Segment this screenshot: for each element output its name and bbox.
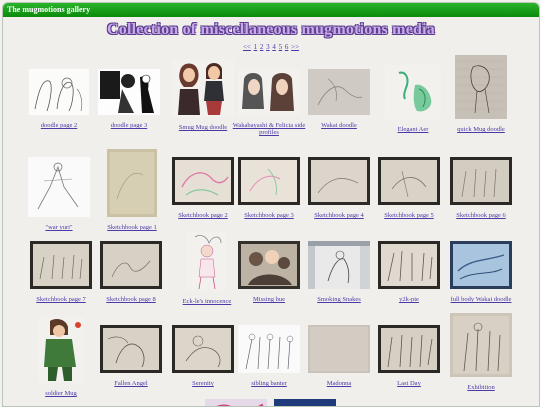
gallery-item[interactable]: Sketchbook page 3 [231, 157, 307, 219]
sketch-thumbnail[interactable] [28, 157, 90, 217]
gallery-item[interactable]: quick Mug doodle [443, 55, 519, 133]
pager-page-1[interactable]: 1 [254, 43, 258, 51]
item-caption[interactable]: Sketchbook page 5 [371, 212, 447, 219]
photo-thumbnail[interactable] [172, 157, 234, 205]
item-caption[interactable]: Sketchbook page 2 [165, 212, 241, 219]
photo-thumbnail[interactable] [30, 241, 92, 289]
gallery-item[interactable]: Sketchbook page 1 [94, 149, 170, 231]
artwork-thumbnail[interactable] [38, 317, 84, 383]
item-caption[interactable]: Sketchbook page 1 [94, 224, 170, 231]
pager-next[interactable]: >> [291, 43, 299, 51]
gallery-item[interactable]: Wakabayashi & Felicia side profiles [231, 69, 307, 136]
artwork-thumbnail[interactable] [450, 241, 512, 289]
gallery-page: Collection of miscellaneous mugmotions m… [3, 17, 539, 406]
sketch-thumbnail[interactable] [455, 55, 507, 119]
gallery-item[interactable]: Sketchbook page 6 [443, 157, 519, 219]
item-caption[interactable]: "war yuri" [21, 224, 97, 231]
item-caption[interactable]: Serenity [165, 380, 241, 387]
sketch-thumbnail[interactable] [98, 69, 160, 115]
item-caption[interactable]: Sketchbook page 6 [443, 212, 519, 219]
item-caption[interactable]: Sketchbook page 8 [93, 296, 169, 303]
photo-thumbnail[interactable] [100, 241, 162, 289]
photo-thumbnail[interactable] [172, 325, 234, 373]
window-title: The mugmotions gallery [3, 3, 539, 17]
gallery-item[interactable]: "war yuri" [21, 157, 97, 231]
browser-window: The mugmotions gallery Collection of mis… [2, 2, 540, 407]
item-caption[interactable]: Madonna [301, 380, 377, 387]
gallery-item[interactable]: Fallen Angel [93, 325, 169, 387]
photo-thumbnail[interactable] [308, 69, 370, 115]
photo-thumbnail[interactable] [308, 325, 370, 373]
item-caption[interactable]: Smug Mug doodle [165, 124, 241, 131]
item-caption[interactable]: doodle page 2 [21, 122, 97, 129]
item-caption[interactable]: Sketchbook page 7 [23, 296, 99, 303]
item-caption[interactable]: Sketchbook page 3 [231, 212, 307, 219]
gallery-item[interactable]: Smug Mug doodle [165, 59, 241, 131]
artwork-thumbnail[interactable] [385, 65, 441, 119]
item-caption[interactable]: sibling banter [231, 380, 307, 387]
pagination: << 1 2 3 4 5 6 >> [3, 43, 539, 51]
pager-prev[interactable]: << [243, 43, 251, 51]
photo-thumbnail[interactable] [308, 157, 370, 205]
gallery-item[interactable]: Wakai doodle [301, 69, 377, 129]
item-caption[interactable]: Wakai doodle [301, 122, 377, 129]
item-caption[interactable]: Last Day [371, 380, 447, 387]
gallery-item[interactable]: Sketchbook page 7 [23, 241, 99, 303]
gallery-item[interactable]: Smoking Snakes [301, 241, 377, 303]
pager-page-5[interactable]: 5 [279, 43, 283, 51]
gallery-item[interactable]: Madonna [301, 325, 377, 387]
artwork-thumbnail[interactable] [172, 59, 234, 117]
photo-thumbnail[interactable] [378, 241, 440, 289]
pager-page-4[interactable]: 4 [272, 43, 276, 51]
item-caption[interactable]: Smoking Snakes [301, 296, 377, 303]
photo-thumbnail[interactable] [100, 325, 162, 373]
artwork-thumbnail[interactable] [238, 241, 300, 289]
gallery-item[interactable]: y2k-pie [371, 241, 447, 303]
item-caption[interactable]: y2k-pie [371, 296, 447, 303]
gallery-item[interactable]: Exhibition [443, 313, 519, 391]
gallery-item[interactable]: doodle page 2 [21, 69, 97, 129]
sketch-thumbnail[interactable] [238, 325, 300, 373]
photo-thumbnail[interactable] [238, 157, 300, 205]
gallery-item[interactable]: Sketchbook page 4 [301, 157, 377, 219]
artwork-thumbnail[interactable] [205, 399, 267, 407]
page-title: Collection of miscellaneous mugmotions m… [107, 21, 435, 38]
pager-page-2[interactable]: 2 [260, 43, 264, 51]
item-caption[interactable]: Sketchbook page 4 [301, 212, 377, 219]
gallery-item[interactable] [198, 399, 274, 407]
pager-page-6[interactable]: 6 [285, 43, 289, 51]
gallery-item[interactable]: soldier Mug [23, 317, 99, 397]
photo-thumbnail[interactable] [107, 149, 157, 217]
item-caption[interactable]: soldier Mug [23, 390, 99, 397]
gallery-item[interactable]: Serenity [165, 325, 241, 387]
item-caption[interactable]: Wakabayashi & Felicia side profiles [231, 122, 307, 136]
item-caption[interactable]: quick Mug doodle [443, 126, 519, 133]
sketch-thumbnail[interactable] [29, 69, 89, 115]
artwork-thumbnail[interactable] [238, 69, 300, 115]
gallery-item[interactable]: Sketchbook page 5 [371, 157, 447, 219]
item-caption[interactable]: Elegant Aer [375, 126, 451, 133]
screenshot-thumbnail[interactable] [308, 241, 370, 289]
gallery-item[interactable]: full body Wakai doodle [443, 241, 519, 303]
gallery-item[interactable]: Last Day [371, 325, 447, 387]
gallery-item[interactable]: doodle page 3 [91, 69, 167, 129]
photo-thumbnail[interactable] [378, 157, 440, 205]
gallery-item[interactable]: Elegant Aer [375, 65, 451, 133]
photo-thumbnail[interactable] [450, 157, 512, 205]
photo-thumbnail[interactable] [378, 325, 440, 373]
gallery-item[interactable]: Missing hue [231, 241, 307, 303]
item-caption[interactable]: full body Wakai doodle [443, 296, 519, 303]
gallery-item[interactable] [267, 399, 343, 407]
gallery-item[interactable]: Sketchbook page 8 [93, 241, 169, 303]
artwork-thumbnail[interactable] [274, 399, 336, 407]
item-caption[interactable]: Exhibition [443, 384, 519, 391]
gallery-item[interactable]: Sketchbook page 2 [165, 157, 241, 219]
gallery-item[interactable]: sibling banter [231, 325, 307, 387]
item-caption[interactable]: Fallen Angel [93, 380, 169, 387]
artwork-thumbnail[interactable] [187, 231, 227, 291]
item-caption[interactable]: Missing hue [231, 296, 307, 303]
item-caption[interactable]: doodle page 3 [91, 122, 167, 129]
pager-page-3[interactable]: 3 [266, 43, 270, 51]
photo-thumbnail[interactable] [450, 313, 512, 377]
